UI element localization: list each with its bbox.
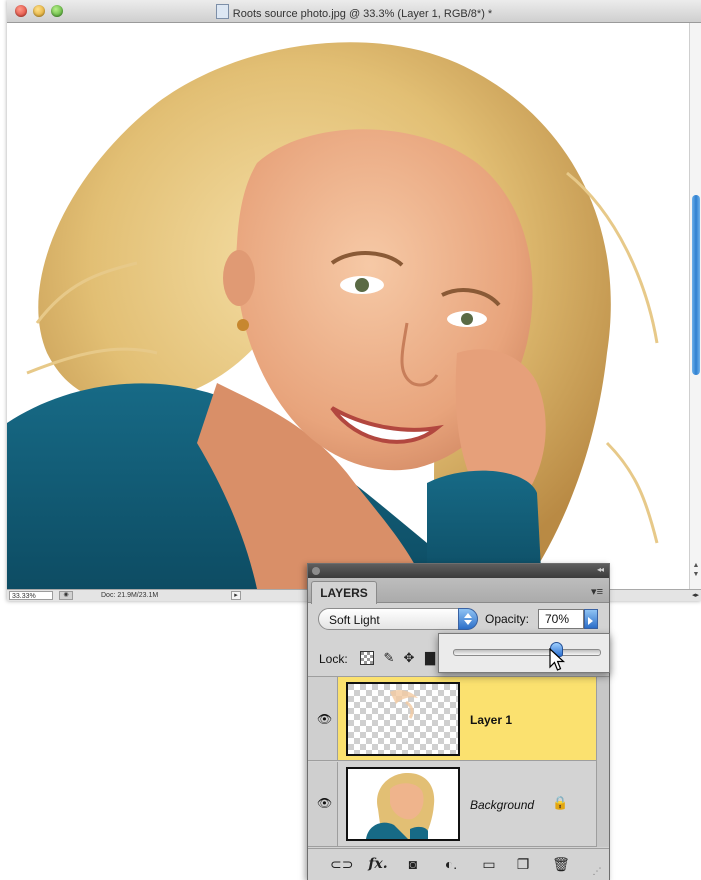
trash-icon[interactable]: 🗑 xyxy=(552,856,570,872)
opacity-input[interactable]: 70% xyxy=(538,609,584,629)
layer-name[interactable]: Background xyxy=(470,798,534,812)
lock-position-icon[interactable]: ✥ xyxy=(402,651,416,665)
lock-label: Lock: xyxy=(319,652,348,666)
portrait-photo xyxy=(7,23,689,589)
status-info-icon[interactable]: ◉ xyxy=(59,591,73,600)
add-mask-icon[interactable]: ◙ xyxy=(404,856,422,872)
layer-row-background[interactable]: 👁 Background 🔒 xyxy=(308,762,596,847)
lock-image-pixels-icon[interactable]: ✎ xyxy=(382,651,396,665)
layer-1-thumbnail-content xyxy=(390,690,418,719)
visibility-toggle[interactable]: 👁 xyxy=(308,677,338,760)
layers-scrollbar[interactable] xyxy=(596,677,609,847)
lock-transparent-pixels-icon[interactable] xyxy=(360,651,374,665)
document-icon xyxy=(215,4,229,19)
zoom-level-field[interactable]: 33.33% xyxy=(9,591,53,600)
blend-mode-select[interactable]: Soft Light xyxy=(318,608,478,630)
document-size: Doc: 21.9M/23.1M xyxy=(101,592,159,599)
image-canvas[interactable] xyxy=(7,23,689,589)
layer-row-layer-1[interactable]: 👁 Layer 1 xyxy=(308,677,596,761)
horizontal-scroll-arrows[interactable]: ◂▸ xyxy=(692,591,699,601)
panel-tab-strip: LAYERS ▾≡ xyxy=(308,578,609,604)
scroll-arrows[interactable]: ▲ ▼ xyxy=(690,561,701,589)
status-menu-arrow-icon[interactable]: ▸ xyxy=(231,591,241,600)
layer-thumbnail[interactable] xyxy=(346,767,460,841)
tab-layers[interactable]: LAYERS xyxy=(311,581,377,604)
blend-mode-value: Soft Light xyxy=(329,613,380,627)
opacity-slider-track[interactable] xyxy=(453,649,601,656)
window-title: Roots source photo.jpg @ 33.3% (Layer 1,… xyxy=(232,8,493,20)
panel-menu-icon[interactable]: ▾≡ xyxy=(591,585,603,598)
opacity-label: Opacity: xyxy=(485,612,530,626)
panel-close-icon[interactable] xyxy=(312,567,320,575)
layers-panel: ◂◂ LAYERS ▾≡ Soft Light Opacity: 70% Loc… xyxy=(307,563,610,880)
mouse-pointer-icon xyxy=(549,648,566,671)
panel-footer: ⊂⊃ fx. ◙ ◐. ▭ ❐ 🗑 ⋰ xyxy=(308,848,609,880)
vertical-scrollbar[interactable]: ▲ ▼ xyxy=(689,23,701,589)
link-layers-icon[interactable]: ⊂⊃ xyxy=(330,856,353,872)
blend-mode-stepper-icon[interactable] xyxy=(458,608,478,630)
layer-name[interactable]: Layer 1 xyxy=(470,713,512,727)
layer-thumbnail[interactable] xyxy=(346,682,460,756)
new-layer-icon[interactable]: ❐ xyxy=(514,856,532,872)
vertical-scroll-thumb[interactable] xyxy=(692,195,700,375)
background-thumbnail-content xyxy=(348,769,458,839)
document-window: Roots source photo.jpg @ 33.3% (Layer 1,… xyxy=(7,0,701,601)
opacity-slider-popup xyxy=(438,633,610,673)
adjustment-layer-icon[interactable]: ◐. xyxy=(442,856,460,872)
resize-grip-icon[interactable]: ⋰ xyxy=(588,863,606,879)
panel-header[interactable]: ◂◂ xyxy=(308,564,609,578)
eye-icon[interactable]: 👁 xyxy=(317,712,332,726)
fx-icon[interactable]: fx. xyxy=(365,856,391,872)
lock-all-icon[interactable]: ▇ xyxy=(423,651,437,665)
title-bar[interactable]: Roots source photo.jpg @ 33.3% (Layer 1,… xyxy=(7,0,701,23)
collapse-panel-icon[interactable]: ◂◂ xyxy=(597,565,604,574)
folder-icon[interactable]: ▭ xyxy=(480,856,498,872)
opacity-slider-toggle-button[interactable] xyxy=(584,609,598,629)
lock-icon: 🔒 xyxy=(552,795,569,810)
eye-icon[interactable]: 👁 xyxy=(317,796,332,810)
visibility-toggle[interactable]: 👁 xyxy=(308,762,338,846)
